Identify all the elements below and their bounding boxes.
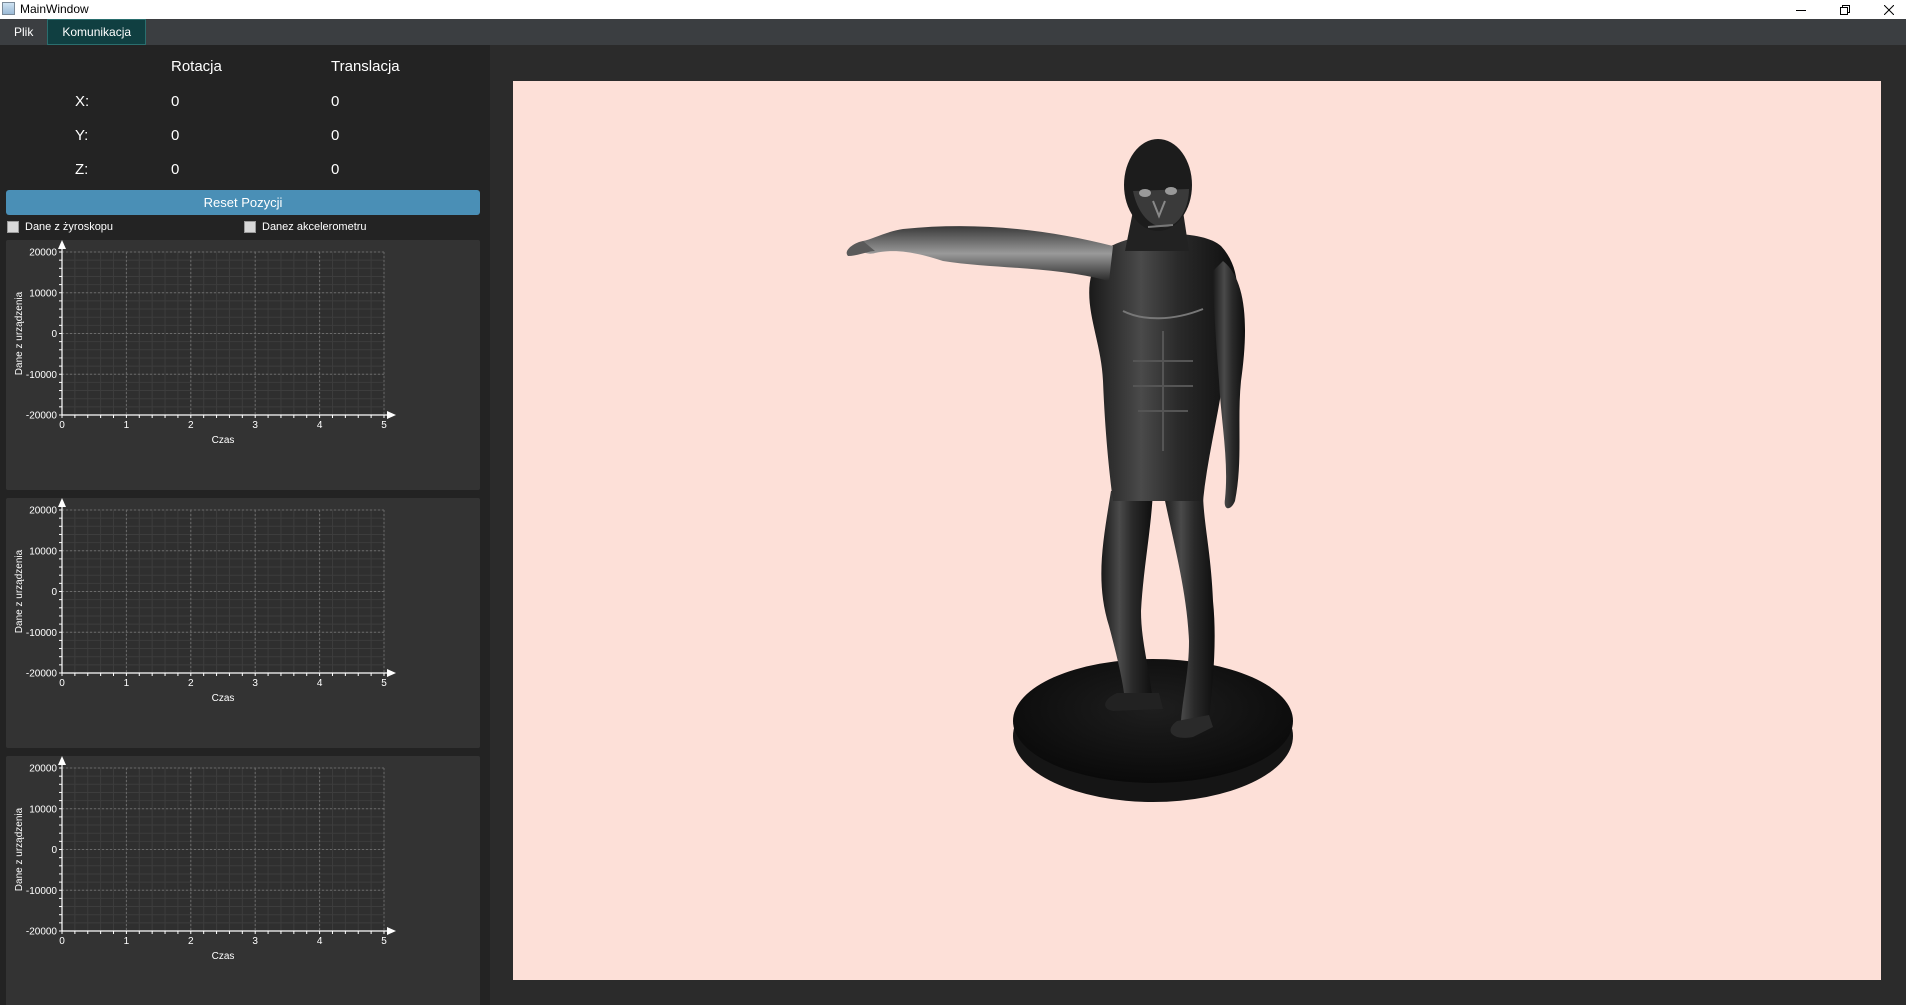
x-tick-label: 1: [124, 936, 130, 947]
y-tick-label: 0: [51, 329, 57, 340]
y-tick-label: 20000: [29, 506, 57, 517]
x-tick-label: 3: [252, 936, 258, 947]
rotation-x-value: 0: [171, 93, 180, 110]
x-tick-label: 2: [188, 420, 194, 431]
y-axis-arrow: [58, 240, 66, 249]
axis-y-label: Y:: [75, 127, 89, 144]
y-tick-label: -20000: [26, 669, 58, 680]
x-axis-title: Czas: [212, 693, 235, 704]
x-tick-label: 4: [317, 678, 323, 689]
window-title: MainWindow: [20, 2, 89, 16]
chart-2-svg: 0 1 2 3 4 5 20000 10000 0 -10000 -20000 Czas Dane z …: [14, 498, 396, 704]
x-tick-label: 4: [317, 420, 323, 431]
chart-3: 0 1 2 3 4 5 20000 10000 0 -10000 -20000 Czas Dane z …: [6, 756, 480, 1005]
axis-z-label: Z:: [75, 161, 89, 178]
x-tick-label: 0: [59, 420, 65, 431]
y-tick-label: 0: [51, 587, 57, 598]
y-axis-arrow: [58, 498, 66, 507]
gyro-checkbox[interactable]: Dane z żyroskopu: [7, 221, 113, 233]
rotation-header: Rotacja: [171, 58, 222, 75]
menu-bar: Plik Komunikacja: [0, 19, 1906, 45]
reset-position-button[interactable]: Reset Pozycji: [6, 190, 480, 215]
y-tick-label: -10000: [26, 370, 58, 381]
x-axis-title: Czas: [212, 435, 235, 446]
chart-2: 0 1 2 3 4 5 20000 10000 0 -10000 -20000 Czas Dane z …: [6, 498, 480, 748]
x-tick-label: 5: [381, 420, 387, 431]
axis-x-label: X:: [75, 93, 90, 110]
y-tick-label: 20000: [29, 248, 57, 259]
close-icon[interactable]: [1866, 0, 1906, 19]
y-axis-arrow: [58, 756, 66, 765]
chart-1: 0 1 2 3 4 5 20000 10000 0 -10000 -20000 Czas Dane z …: [6, 240, 480, 490]
y-tick-label: -20000: [26, 411, 58, 422]
x-tick-label: 3: [252, 420, 258, 431]
title-bar: MainWindow: [0, 0, 1906, 19]
y-tick-label: 10000: [29, 288, 57, 299]
y-tick-label: -20000: [26, 927, 58, 938]
x-axis-arrow: [387, 411, 396, 419]
minimize-icon[interactable]: [1778, 0, 1824, 19]
translation-x-value: 0: [331, 93, 340, 110]
restore-icon[interactable]: [1822, 0, 1868, 19]
x-tick-label: 3: [252, 678, 258, 689]
x-tick-label: 0: [59, 678, 65, 689]
y-tick-label: 10000: [29, 804, 57, 815]
human-figure-icon: [846, 139, 1293, 802]
y-axis-title: Dane z urządzenia: [14, 549, 25, 633]
menu-komunikacja[interactable]: Komunikacja: [47, 19, 147, 45]
gyro-checkbox-box[interactable]: [7, 221, 19, 233]
control-panel: Rotacja Translacja X: 0 0 Y: 0 0 Z: 0 0 …: [0, 45, 490, 1005]
x-axis-arrow: [387, 669, 396, 677]
x-tick-label: 1: [124, 420, 130, 431]
y-axis-title: Dane z urządzenia: [14, 807, 25, 891]
y-axis-title: Dane z urządzenia: [14, 291, 25, 375]
x-tick-label: 1: [124, 678, 130, 689]
y-tick-label: 0: [51, 845, 57, 856]
y-tick-label: -10000: [26, 628, 58, 639]
accel-checkbox-box[interactable]: [244, 221, 256, 233]
y-tick-label: 20000: [29, 764, 57, 775]
gyro-checkbox-label: Dane z żyroskopu: [25, 221, 114, 233]
x-axis-title: Czas: [212, 951, 235, 962]
x-tick-label: 4: [317, 936, 323, 947]
x-tick-label: 0: [59, 936, 65, 947]
x-tick-label: 2: [188, 678, 194, 689]
chart-3-svg: 0 1 2 3 4 5 20000 10000 0 -10000 -20000 Czas Dane z …: [14, 756, 396, 962]
translation-header: Translacja: [331, 58, 400, 75]
rotation-z-value: 0: [171, 161, 180, 178]
rotation-y-value: 0: [171, 127, 180, 144]
3d-viewport[interactable]: [513, 81, 1881, 980]
app-icon: [2, 2, 15, 15]
x-tick-label: 5: [381, 936, 387, 947]
accel-checkbox-label: Danez akcelerometru: [262, 221, 367, 233]
x-tick-label: 5: [381, 678, 387, 689]
menu-plik[interactable]: Plik: [0, 19, 47, 45]
x-axis-arrow: [387, 927, 396, 935]
y-tick-label: 10000: [29, 546, 57, 557]
translation-y-value: 0: [331, 127, 340, 144]
x-tick-label: 2: [188, 936, 194, 947]
chart-1-svg: 0 1 2 3 4 5 20000 10000 0 -10000 -20000 Czas Dane z …: [14, 240, 396, 446]
accel-checkbox[interactable]: Danez akcelerometru: [244, 221, 367, 233]
y-tick-label: -10000: [26, 886, 58, 897]
translation-z-value: 0: [331, 161, 340, 178]
